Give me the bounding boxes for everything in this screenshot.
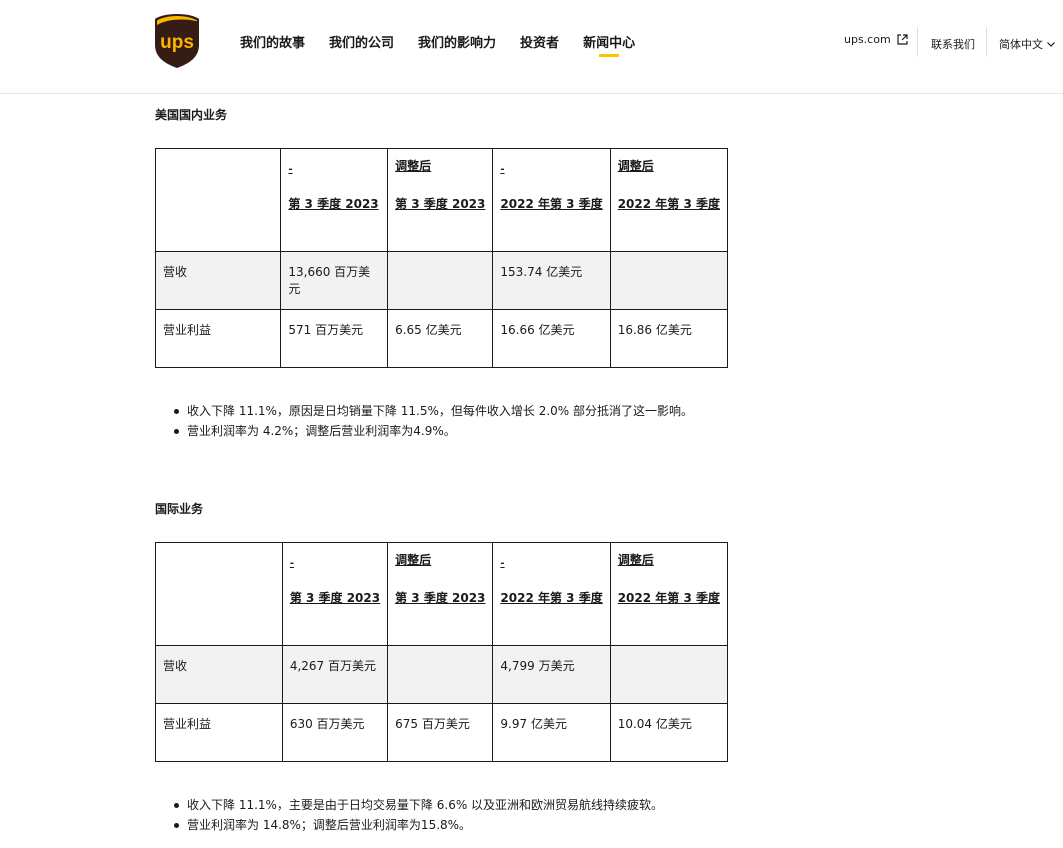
domestic-results-table: - 第 3 季度 2023 调整后第 3 季度 2023 - 2022 年第 3 季… — [154, 148, 729, 368]
row-label: 营业利益 — [154, 309, 282, 368]
table-row: 营业利益 630 百万美元 675 百万美元 9.97 亿美元 10.04 亿美… — [155, 703, 729, 762]
table-cell: 16.66 亿美元 — [492, 309, 611, 368]
external-link-icon — [897, 34, 908, 45]
column-header: 调整后第 3 季度 2023 — [387, 542, 494, 646]
chevron-down-icon — [1047, 42, 1055, 47]
column-header: - 2022 年第 3 季度 — [492, 542, 611, 646]
site-header: ups 我们的故事 我们的公司 我们的影响力 投资者 新闻中心 ups.com … — [0, 0, 1063, 94]
header-divider — [986, 27, 987, 57]
table-cell: 630 百万美元 — [281, 703, 389, 762]
table-cell: 4,799 万美元 — [492, 645, 611, 704]
row-label: 营收 — [154, 251, 282, 310]
ups-com-label: ups.com — [844, 33, 891, 46]
column-header-top: 调整后 — [617, 553, 654, 567]
table-cell — [609, 251, 729, 310]
row-label: 营业利益 — [155, 703, 283, 762]
domestic-bullets: 收入下降 11.1%，原因是日均销量下降 11.5%，但每件收入增长 2.0% … — [170, 401, 693, 441]
table-cell: 16.86 亿美元 — [609, 309, 729, 368]
column-header: - 第 3 季度 2023 — [280, 148, 389, 252]
list-item: 收入下降 11.1%，主要是由于日均交易量下降 6.6% 以及亚洲和欧洲贸易航线… — [170, 795, 663, 815]
table-cell — [387, 645, 494, 704]
contact-us-link[interactable]: 联系我们 — [931, 36, 975, 52]
header-divider — [917, 27, 918, 57]
main-nav: 我们的故事 我们的公司 我们的影响力 投资者 新闻中心 — [240, 32, 659, 57]
column-header-main: 2022 年第 3 季度 — [617, 591, 720, 605]
column-header: 调整后 2022 年第 3 季度 — [609, 148, 729, 252]
table-cell: 9.97 亿美元 — [492, 703, 611, 762]
column-header-main: 第 3 季度 2023 — [395, 591, 486, 605]
list-item: 营业利润率为 4.2%；调整后营业利润率为4.9%。 — [170, 421, 693, 441]
table-cell: 6.65 亿美元 — [387, 309, 494, 368]
table-row: 营业利益 571 百万美元 6.65 亿美元 16.66 亿美元 16.86 亿… — [154, 309, 729, 368]
section-title-international: 国际业务 — [155, 502, 204, 516]
table-corner-cell — [154, 148, 282, 252]
row-label: 营收 — [155, 645, 283, 704]
nav-newsroom[interactable]: 新闻中心 — [583, 32, 635, 57]
column-header: 调整后第 3 季度 2023 — [387, 148, 494, 252]
language-label: 简体中文 — [999, 38, 1043, 51]
column-header: 调整后 2022 年第 3 季度 — [609, 542, 729, 646]
nav-our-impact[interactable]: 我们的影响力 — [418, 32, 496, 51]
international-results-table: - 第 3 季度 2023 调整后第 3 季度 2023 - 2022 年第 3 季… — [155, 542, 729, 762]
table-cell: 4,267 百万美元 — [281, 645, 389, 704]
table-cell: 153.74 亿美元 — [492, 251, 611, 310]
table-corner-cell — [155, 542, 283, 646]
table-cell: 13,660 百万美元 — [280, 251, 389, 310]
table-cell: 10.04 亿美元 — [609, 703, 729, 762]
list-item: 收入下降 11.1%，原因是日均销量下降 11.5%，但每件收入增长 2.0% … — [170, 401, 693, 421]
table-row: 营收 4,267 百万美元 4,799 万美元 — [155, 645, 729, 704]
column-header-top: 调整后 — [617, 159, 654, 173]
column-header-main: 第 3 季度 2023 — [289, 591, 381, 605]
column-header-main: 第 3 季度 2023 — [395, 197, 486, 211]
list-item: 营业利润率为 14.8%；调整后营业利润率为15.8%。 — [170, 815, 663, 835]
column-header-main: 2022 年第 3 季度 — [617, 197, 720, 211]
international-bullets: 收入下降 11.1%，主要是由于日均交易量下降 6.6% 以及亚洲和欧洲贸易航线… — [170, 795, 663, 835]
table-cell: 571 百万美元 — [280, 309, 389, 368]
column-header-top: - — [288, 164, 293, 175]
column-header-top: - — [500, 558, 505, 569]
table-cell — [387, 251, 494, 310]
column-header-top: 调整后 — [395, 159, 432, 173]
table-header-row: - 第 3 季度 2023 调整后第 3 季度 2023 - 2022 年第 3 季… — [155, 542, 729, 646]
table-cell: 675 百万美元 — [387, 703, 494, 762]
column-header-main: 第 3 季度 2023 — [288, 197, 379, 211]
column-header-main: 2022 年第 3 季度 — [500, 591, 603, 605]
nav-our-company[interactable]: 我们的公司 — [329, 32, 394, 51]
ups-logo[interactable]: ups — [154, 13, 200, 69]
ups-com-link[interactable]: ups.com — [844, 33, 908, 46]
table-cell — [609, 645, 729, 704]
column-header-top: 调整后 — [395, 553, 432, 567]
nav-investors[interactable]: 投资者 — [520, 32, 559, 51]
column-header: - 第 3 季度 2023 — [281, 542, 389, 646]
column-header-top: - — [289, 558, 294, 569]
section-title-domestic: 美国国内业务 — [155, 108, 228, 122]
column-header: - 2022 年第 3 季度 — [492, 148, 611, 252]
table-header-row: - 第 3 季度 2023 调整后第 3 季度 2023 - 2022 年第 3 季… — [154, 148, 729, 252]
nav-our-story[interactable]: 我们的故事 — [240, 32, 305, 51]
column-header-top: - — [500, 164, 505, 175]
column-header-main: 2022 年第 3 季度 — [500, 197, 603, 211]
table-row: 营收 13,660 百万美元 153.74 亿美元 — [154, 251, 729, 310]
language-selector[interactable]: 简体中文 — [999, 36, 1055, 52]
svg-text:ups: ups — [160, 32, 194, 53]
